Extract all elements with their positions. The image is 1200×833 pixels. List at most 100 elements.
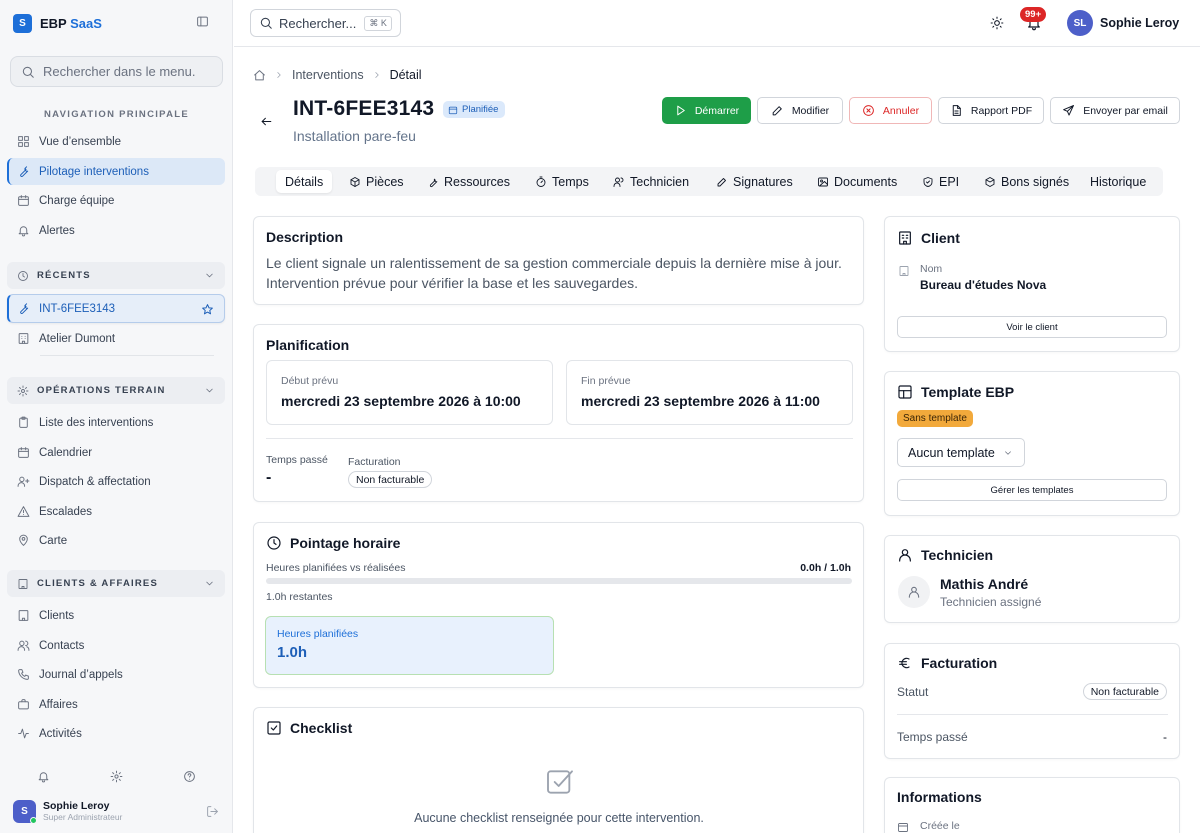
recent-item-atelier-dumont[interactable]: Atelier Dumont [7, 325, 225, 352]
tab-parts[interactable]: Pièces [340, 170, 413, 193]
help-icon[interactable] [183, 770, 196, 783]
group-field-ops[interactable]: OPÉRATIONS TERRAIN [7, 377, 225, 404]
group-clients-label: CLIENTS & AFFAIRES [37, 578, 159, 589]
planned-end-label: Fin prévue [581, 375, 631, 387]
avatar[interactable]: SL [1067, 10, 1093, 36]
search-icon [22, 66, 34, 78]
sidebar-item-calendar[interactable]: Calendrier [7, 439, 225, 466]
tab-signatures[interactable]: Signatures [707, 170, 802, 193]
pdf-report-button[interactable]: Rapport PDF [938, 97, 1044, 124]
bell-icon[interactable] [37, 770, 50, 783]
sidebar-item-escalations[interactable]: Escalades [7, 498, 225, 525]
gear-icon[interactable] [110, 770, 123, 783]
wrench-icon [20, 303, 29, 315]
chevron-down-icon [206, 273, 213, 278]
building-icon [18, 578, 28, 589]
sidebar-item-label: Alertes [39, 224, 75, 237]
sidebar-item-label: Journal d’appels [39, 668, 123, 681]
sidebar-item-interventions[interactable]: Pilotage interventions [7, 158, 225, 185]
technician-card: Technicien Mathis André Technicien assig… [884, 535, 1180, 623]
manage-templates-button[interactable]: Gérer les templates [897, 479, 1167, 501]
topbar-user-name[interactable]: Sophie Leroy [1100, 16, 1179, 30]
template-select[interactable]: Aucun template [897, 438, 1025, 467]
sidebar-item-map[interactable]: Carte [7, 527, 225, 554]
sidebar-user[interactable]: S Sophie Leroy Super Administrateur [13, 799, 223, 825]
sidebar-item-label: Pilotage interventions [39, 165, 149, 178]
status-badge: Planifiée [443, 101, 506, 118]
planned-start-value: mercredi 23 septembre 2026 à 10:00 [281, 393, 521, 409]
remaining-hours: 1.0h restantes [266, 591, 333, 603]
planned-start-label: Début prévu [281, 375, 339, 387]
sidebar-item-alerts[interactable]: Alertes [7, 217, 225, 244]
page-subtitle: Installation pare-feu [293, 128, 416, 144]
group-clients[interactable]: CLIENTS & AFFAIRES [7, 570, 225, 597]
recent-item-int-6fee3143[interactable]: INT-6FEE3143 [7, 294, 225, 323]
edit-button[interactable]: Modifier [757, 97, 843, 124]
clock-icon [18, 270, 28, 281]
cancel-button[interactable]: Annuler [849, 97, 932, 124]
building-icon [18, 610, 29, 621]
pencil-icon [772, 106, 782, 116]
recent-item-label: INT-6FEE3143 [39, 302, 116, 315]
sidebar-item-clients[interactable]: Clients [7, 602, 225, 629]
box-icon [985, 176, 995, 187]
menu-search-input[interactable]: Rechercher dans le menu. [10, 56, 223, 87]
tab-details[interactable]: Détails [276, 170, 333, 193]
client-card: Client Nom Bureau d'études Nova Voir le … [884, 216, 1180, 352]
group-recent[interactable]: RÉCENTS [7, 262, 225, 289]
sidebar-toggle-icon[interactable] [196, 15, 209, 28]
back-arrow-icon[interactable] [260, 115, 273, 128]
timesheet-card: Pointage horaire Heures planifiées vs ré… [253, 522, 864, 688]
building-icon [899, 266, 909, 276]
user-plus-icon [17, 476, 30, 487]
tab-history[interactable]: Historique [1081, 170, 1155, 193]
sidebar-item-team-load[interactable]: Charge équipe [7, 187, 225, 214]
technician-role: Technicien assigné [940, 595, 1042, 609]
bell-icon [18, 226, 29, 237]
planned-end-value: mercredi 23 septembre 2026 à 11:00 [581, 393, 820, 409]
billing-label: Facturation [348, 456, 401, 468]
sidebar-item-overview[interactable]: Vue d’ensemble [7, 128, 225, 155]
tab-time[interactable]: Temps [526, 170, 598, 193]
page-title: INT-6FEE3143 [293, 97, 435, 120]
tab-technician[interactable]: Technicien [604, 170, 698, 193]
sidebar-item-contacts[interactable]: Contacts [7, 632, 225, 659]
star-icon[interactable] [201, 303, 214, 316]
sidebar-divider [40, 355, 214, 356]
sidebar-item-activities[interactable]: Activités [7, 720, 225, 747]
send-email-button[interactable]: Envoyer par email [1050, 97, 1180, 124]
file-icon [952, 105, 961, 116]
tab-resources[interactable]: Ressources [418, 170, 519, 193]
sidebar-item-intervention-list[interactable]: Liste des interventions [7, 409, 225, 436]
brand[interactable]: S EBP SaaS [13, 13, 102, 33]
billing-card: Facturation Statut Non facturable Temps … [884, 643, 1180, 759]
search-icon [260, 17, 272, 29]
breadcrumb-interventions[interactable]: Interventions [292, 68, 364, 82]
planned-hours-value: 1.0h [277, 644, 308, 661]
global-search-input[interactable]: Rechercher... ⌘ K [250, 9, 401, 37]
sidebar-item-label: Affaires [39, 698, 78, 711]
sidebar-item-dispatch[interactable]: Dispatch & affectation [7, 468, 225, 495]
tab-documents[interactable]: Documents [808, 170, 906, 193]
chevron-right-icon [374, 72, 379, 78]
notification-count-badge: 99+ [1020, 7, 1047, 22]
tab-ppe[interactable]: EPI [913, 170, 968, 193]
template-status-badge: Sans template [897, 410, 973, 427]
breadcrumb: Interventions Détail [253, 67, 422, 83]
tab-signed-vouchers[interactable]: Bons signés [975, 170, 1078, 193]
view-client-button[interactable]: Voir le client [897, 316, 1167, 338]
client-name-value: Bureau d'études Nova [920, 278, 1047, 292]
sidebar-item-deals[interactable]: Affaires [7, 691, 225, 718]
sidebar-item-call-log[interactable]: Journal d’appels [7, 661, 225, 688]
billing-time-value: - [1163, 730, 1167, 744]
logout-icon[interactable] [206, 805, 219, 818]
sidebar-item-label: Calendrier [39, 446, 93, 459]
grid-icon [18, 136, 29, 147]
clipboard-icon [19, 416, 28, 428]
sun-icon[interactable] [990, 16, 1004, 30]
billing-status-label: Statut [897, 685, 929, 699]
sidebar-item-label: Liste des interventions [39, 416, 154, 429]
billing-status-pill: Non facturable [1082, 683, 1167, 700]
start-button[interactable]: Démarrer [662, 97, 751, 124]
home-icon[interactable] [253, 69, 266, 82]
